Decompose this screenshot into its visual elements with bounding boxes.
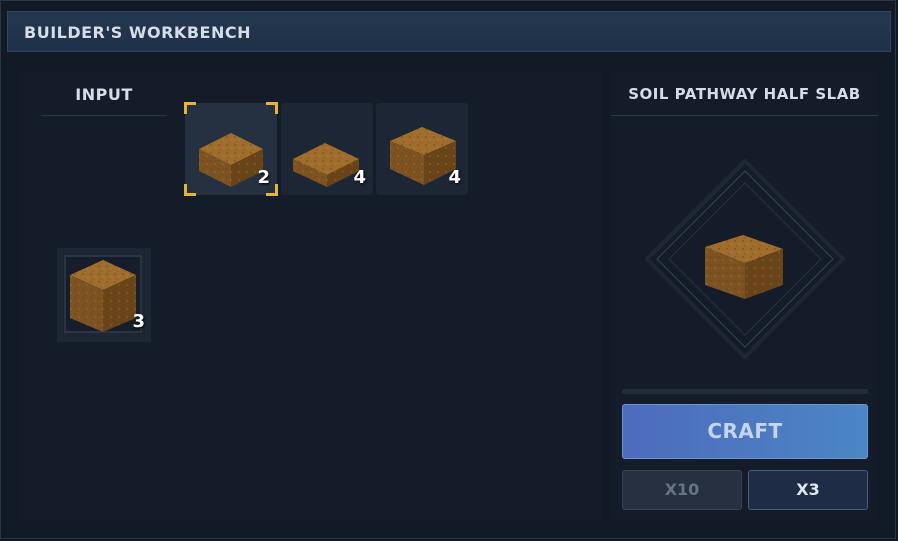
window-title: BUILDER'S WORKBENCH — [24, 23, 251, 42]
selection-corner — [184, 184, 196, 196]
input-header-label: INPUT — [75, 85, 133, 104]
recipe-panel: INPUT 2 4 4 3 — [19, 71, 602, 521]
quantity-x10-button[interactable]: X10 — [622, 470, 742, 510]
input-header: INPUT — [41, 85, 167, 116]
selection-corner — [266, 102, 278, 114]
item-preview — [645, 159, 845, 359]
selection-corner — [184, 102, 196, 114]
recipe-count: 4 — [448, 167, 461, 188]
craft-progress-bar — [622, 389, 868, 394]
recipe-count: 2 — [257, 167, 270, 188]
craft-button[interactable]: CRAFT — [622, 404, 868, 459]
workbench-window: BUILDER'S WORKBENCH INPUT 2 4 4 3 SOIL P… — [0, 0, 896, 539]
quantity-x3-button[interactable]: X3 — [748, 470, 868, 510]
output-item-name: SOIL PATHWAY HALF SLAB — [611, 85, 878, 116]
soil-half-slab-icon — [705, 235, 783, 299]
recipe-count: 4 — [353, 167, 366, 188]
input-slot[interactable]: 3 — [57, 248, 151, 342]
title-bar: BUILDER'S WORKBENCH — [7, 11, 891, 52]
output-panel: SOIL PATHWAY HALF SLAB CRAFT X10 X3 — [611, 71, 878, 521]
recipe-slot-2[interactable]: 4 — [281, 103, 373, 195]
output-item-name-label: SOIL PATHWAY HALF SLAB — [628, 85, 861, 103]
recipe-slot-1[interactable]: 2 — [184, 102, 278, 196]
input-count: 3 — [132, 311, 145, 332]
recipe-slot-3[interactable]: 4 — [376, 103, 468, 195]
